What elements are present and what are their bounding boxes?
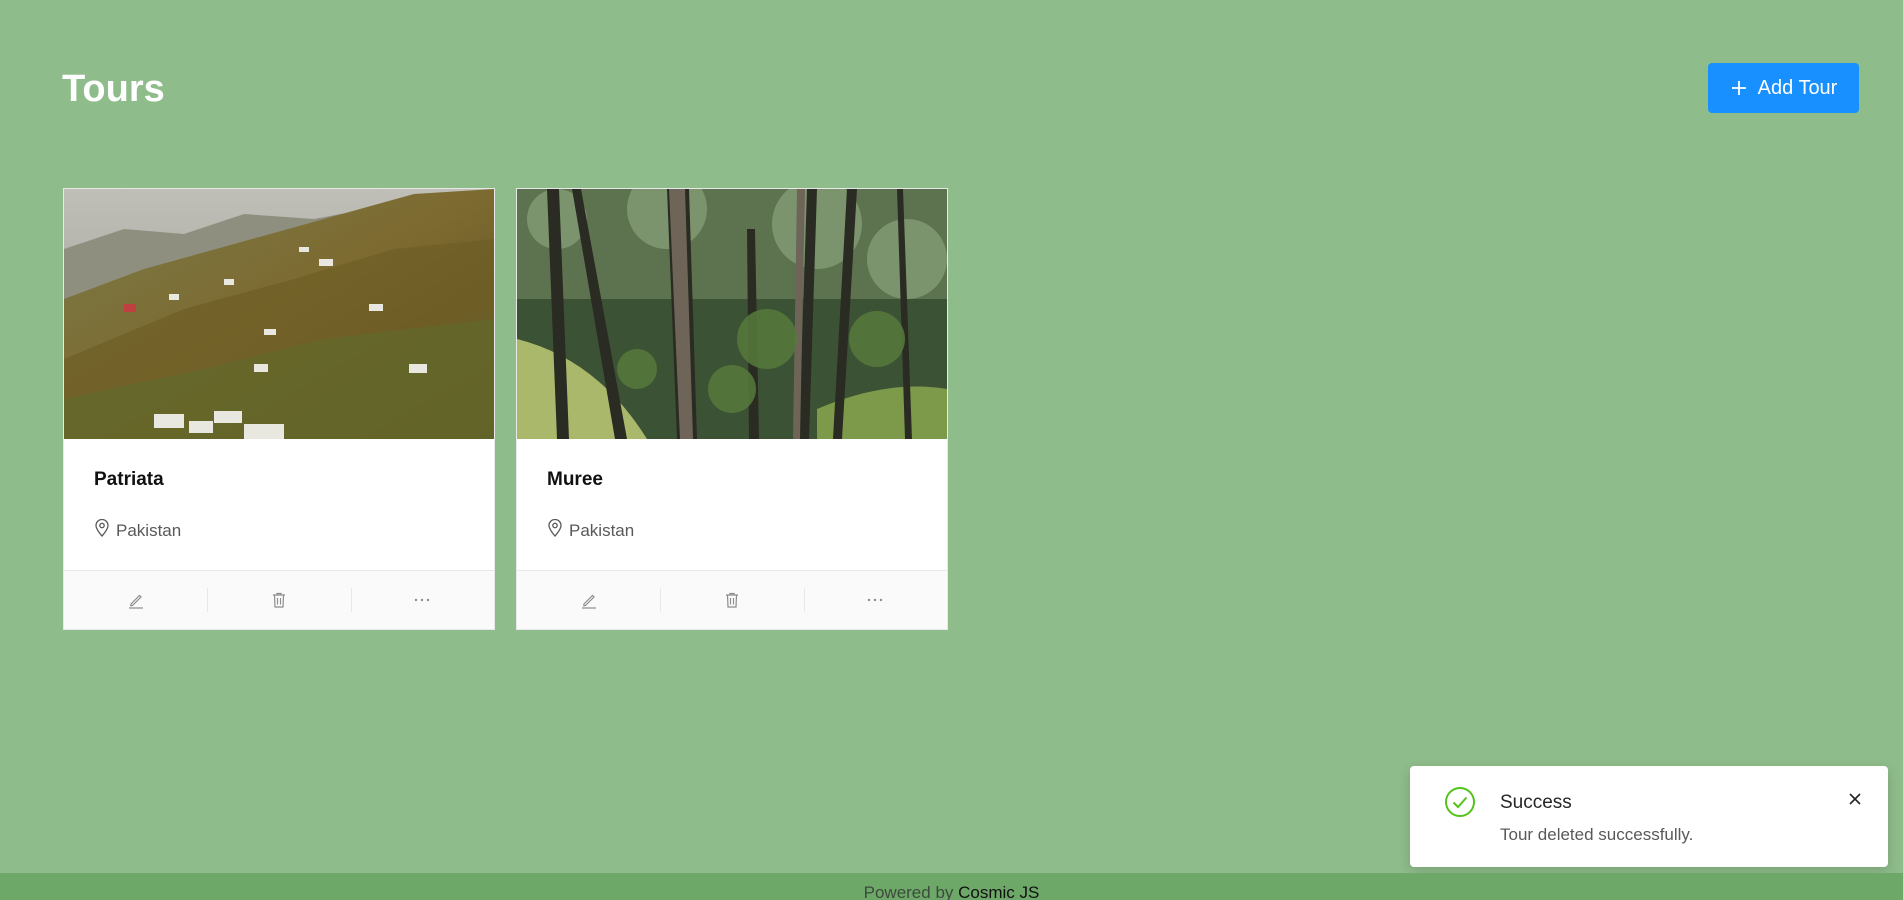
delete-button[interactable] bbox=[660, 571, 803, 629]
tour-title: Muree bbox=[547, 469, 603, 490]
map-pin-icon bbox=[547, 518, 563, 542]
page-title: Tours bbox=[62, 68, 165, 110]
tour-card[interactable]: Patriata Pakistan bbox=[63, 188, 495, 630]
add-tour-button[interactable]: Add Tour bbox=[1708, 63, 1859, 113]
tour-cover-image bbox=[64, 189, 494, 439]
trash-icon bbox=[723, 591, 741, 609]
edit-button[interactable] bbox=[517, 571, 660, 629]
success-notification: Success Tour deleted successfully. bbox=[1410, 766, 1888, 867]
tour-location-text: Pakistan bbox=[116, 520, 182, 540]
ellipsis-icon bbox=[866, 597, 884, 603]
add-tour-label: Add Tour bbox=[1757, 76, 1838, 99]
edit-button[interactable] bbox=[64, 571, 207, 629]
notification-title: Success bbox=[1500, 792, 1572, 813]
ellipsis-icon bbox=[413, 597, 431, 603]
pencil-icon bbox=[127, 591, 145, 609]
tour-card[interactable]: Muree Pakistan bbox=[516, 188, 948, 630]
delete-button[interactable] bbox=[207, 571, 350, 629]
footer: Powered by Cosmic JS bbox=[0, 873, 1903, 900]
more-button[interactable] bbox=[350, 571, 494, 629]
tour-title: Patriata bbox=[94, 469, 164, 490]
footer-prefix: Powered by bbox=[863, 883, 959, 900]
tour-location: Pakistan bbox=[94, 518, 182, 542]
map-pin-icon bbox=[94, 518, 110, 542]
card-actions bbox=[64, 570, 494, 629]
notification-message: Tour deleted successfully. bbox=[1500, 825, 1694, 844]
card-actions bbox=[517, 570, 947, 629]
footer-brand-link[interactable]: Cosmic JS bbox=[958, 883, 1039, 900]
tour-location-text: Pakistan bbox=[569, 520, 635, 540]
tour-location: Pakistan bbox=[547, 518, 635, 542]
check-circle-icon bbox=[1444, 786, 1476, 823]
more-button[interactable] bbox=[803, 571, 947, 629]
trash-icon bbox=[270, 591, 288, 609]
close-icon[interactable] bbox=[1848, 792, 1862, 811]
tour-cover-image bbox=[517, 189, 947, 439]
plus-icon bbox=[1730, 79, 1748, 97]
pencil-icon bbox=[580, 591, 598, 609]
